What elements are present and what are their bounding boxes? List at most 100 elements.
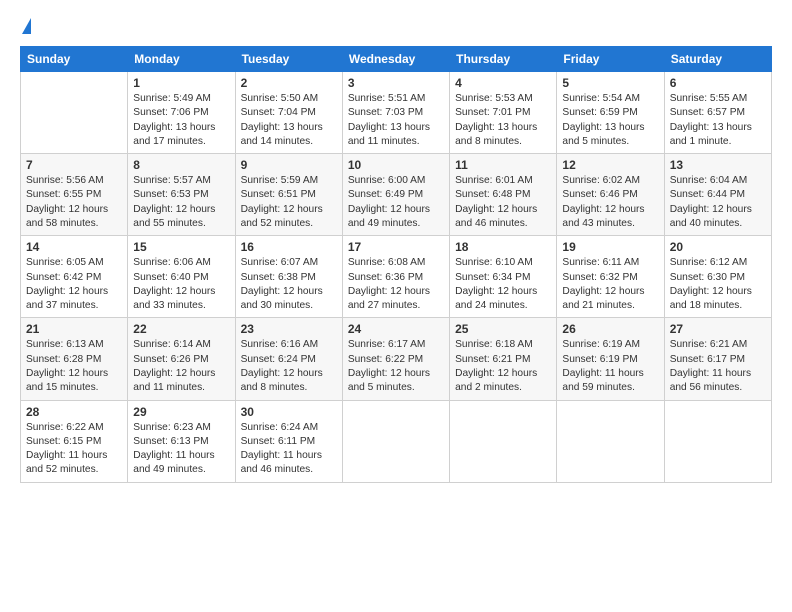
day-info: Sunrise: 6:17 AM Sunset: 6:22 PM Dayligh… (348, 338, 444, 395)
day-info: Sunrise: 6:21 AM Sunset: 6:17 PM Dayligh… (670, 338, 766, 395)
day-number: 20 (670, 240, 766, 254)
day-info: Sunrise: 6:02 AM Sunset: 6:46 PM Dayligh… (562, 174, 658, 231)
calendar-cell (21, 72, 128, 154)
day-info: Sunrise: 6:00 AM Sunset: 6:49 PM Dayligh… (348, 174, 444, 231)
calendar-week-row: 7Sunrise: 5:56 AM Sunset: 6:55 PM Daylig… (21, 154, 772, 236)
day-info: Sunrise: 6:18 AM Sunset: 6:21 PM Dayligh… (455, 338, 551, 395)
day-number: 10 (348, 158, 444, 172)
day-number: 29 (133, 405, 229, 419)
calendar-cell: 18 Sunrise: 6:10 AM Sunset: 6:34 PM Dayli… (450, 236, 557, 318)
day-info: Sunrise: 6:05 AM Sunset: 6:42 PM Dayligh… (26, 256, 122, 313)
day-info: Sunrise: 5:54 AM Sunset: 6:59 PM Dayligh… (562, 92, 658, 149)
calendar-cell: 30Sunrise: 6:24 AM Sunset: 6:11 PM Dayli… (235, 400, 342, 482)
day-info: Sunrise: 5:59 AM Sunset: 6:51 PM Dayligh… (241, 174, 337, 231)
calendar-cell: 6 Sunrise: 5:55 AM Sunset: 6:57 PM Daylig… (664, 72, 771, 154)
day-info: Sunrise: 6:07 AM Sunset: 6:38 PM Dayligh… (241, 256, 337, 313)
page: SundayMondayTuesdayWednesdayThursdayFrid… (0, 0, 792, 612)
day-info: Sunrise: 6:13 AM Sunset: 6:28 PM Dayligh… (26, 338, 122, 395)
logo (20, 18, 31, 36)
calendar-cell: 14 Sunrise: 6:05 AM Sunset: 6:42 PM Dayli… (21, 236, 128, 318)
day-number: 6 (670, 76, 766, 90)
day-number: 17 (348, 240, 444, 254)
day-info: Sunrise: 6:14 AM Sunset: 6:26 PM Dayligh… (133, 338, 229, 395)
day-info: Sunrise: 5:50 AM Sunset: 7:04 PM Dayligh… (241, 92, 337, 149)
day-info: Sunrise: 6:22 AM Sunset: 6:15 PM Dayligh… (26, 421, 122, 478)
day-number: 15 (133, 240, 229, 254)
calendar-cell (664, 400, 771, 482)
calendar-week-row: 14 Sunrise: 6:05 AM Sunset: 6:42 PM Dayli… (21, 236, 772, 318)
day-info: Sunrise: 6:16 AM Sunset: 6:24 PM Dayligh… (241, 338, 337, 395)
day-number: 22 (133, 322, 229, 336)
col-header-tuesday: Tuesday (235, 47, 342, 72)
col-header-thursday: Thursday (450, 47, 557, 72)
calendar-cell: 10 Sunrise: 6:00 AM Sunset: 6:49 PM Dayli… (342, 154, 449, 236)
calendar-table: SundayMondayTuesdayWednesdayThursdayFrid… (20, 46, 772, 483)
day-number: 12 (562, 158, 658, 172)
calendar-cell: 13 Sunrise: 6:04 AM Sunset: 6:44 PM Dayli… (664, 154, 771, 236)
day-info: Sunrise: 5:49 AM Sunset: 7:06 PM Dayligh… (133, 92, 229, 149)
calendar-cell: 16 Sunrise: 6:07 AM Sunset: 6:38 PM Dayli… (235, 236, 342, 318)
calendar-cell: 25 Sunrise: 6:18 AM Sunset: 6:21 PM Dayli… (450, 318, 557, 400)
calendar-cell: 24 Sunrise: 6:17 AM Sunset: 6:22 PM Dayli… (342, 318, 449, 400)
calendar-cell: 23 Sunrise: 6:16 AM Sunset: 6:24 PM Dayli… (235, 318, 342, 400)
day-info: Sunrise: 6:04 AM Sunset: 6:44 PM Dayligh… (670, 174, 766, 231)
day-number: 26 (562, 322, 658, 336)
col-header-monday: Monday (128, 47, 235, 72)
header (20, 18, 772, 36)
day-number: 8 (133, 158, 229, 172)
calendar-week-row: 1 Sunrise: 5:49 AM Sunset: 7:06 PM Daylig… (21, 72, 772, 154)
calendar-header-row: SundayMondayTuesdayWednesdayThursdayFrid… (21, 47, 772, 72)
logo-triangle-icon (22, 18, 31, 34)
calendar-cell: 20 Sunrise: 6:12 AM Sunset: 6:30 PM Dayli… (664, 236, 771, 318)
day-number: 16 (241, 240, 337, 254)
day-number: 24 (348, 322, 444, 336)
calendar-cell: 12 Sunrise: 6:02 AM Sunset: 6:46 PM Dayli… (557, 154, 664, 236)
calendar-cell (557, 400, 664, 482)
day-number: 13 (670, 158, 766, 172)
day-info: Sunrise: 6:08 AM Sunset: 6:36 PM Dayligh… (348, 256, 444, 313)
calendar-cell: 27 Sunrise: 6:21 AM Sunset: 6:17 PM Dayli… (664, 318, 771, 400)
calendar-cell: 3Sunrise: 5:51 AM Sunset: 7:03 PM Daylig… (342, 72, 449, 154)
day-number: 19 (562, 240, 658, 254)
calendar-cell: 22 Sunrise: 6:14 AM Sunset: 6:26 PM Dayli… (128, 318, 235, 400)
calendar-cell: 11 Sunrise: 6:01 AM Sunset: 6:48 PM Dayli… (450, 154, 557, 236)
day-number: 3 (348, 76, 444, 90)
day-number: 4 (455, 76, 551, 90)
day-number: 14 (26, 240, 122, 254)
day-info: Sunrise: 6:01 AM Sunset: 6:48 PM Dayligh… (455, 174, 551, 231)
day-number: 25 (455, 322, 551, 336)
calendar-cell: 15Sunrise: 6:06 AM Sunset: 6:40 PM Dayli… (128, 236, 235, 318)
day-number: 28 (26, 405, 122, 419)
day-info: Sunrise: 5:55 AM Sunset: 6:57 PM Dayligh… (670, 92, 766, 149)
calendar-cell: 7Sunrise: 5:56 AM Sunset: 6:55 PM Daylig… (21, 154, 128, 236)
calendar-cell: 4 Sunrise: 5:53 AM Sunset: 7:01 PM Daylig… (450, 72, 557, 154)
day-number: 21 (26, 322, 122, 336)
calendar-cell: 21 Sunrise: 6:13 AM Sunset: 6:28 PM Dayli… (21, 318, 128, 400)
calendar-cell: 1 Sunrise: 5:49 AM Sunset: 7:06 PM Daylig… (128, 72, 235, 154)
col-header-sunday: Sunday (21, 47, 128, 72)
calendar-cell (342, 400, 449, 482)
day-number: 2 (241, 76, 337, 90)
day-info: Sunrise: 6:10 AM Sunset: 6:34 PM Dayligh… (455, 256, 551, 313)
day-info: Sunrise: 6:12 AM Sunset: 6:30 PM Dayligh… (670, 256, 766, 313)
day-number: 18 (455, 240, 551, 254)
day-info: Sunrise: 5:56 AM Sunset: 6:55 PM Dayligh… (26, 174, 122, 231)
calendar-cell: 9 Sunrise: 5:59 AM Sunset: 6:51 PM Daylig… (235, 154, 342, 236)
col-header-saturday: Saturday (664, 47, 771, 72)
day-number: 11 (455, 158, 551, 172)
calendar-cell: 28 Sunrise: 6:22 AM Sunset: 6:15 PM Dayli… (21, 400, 128, 482)
day-number: 23 (241, 322, 337, 336)
calendar-cell: 17 Sunrise: 6:08 AM Sunset: 6:36 PM Dayli… (342, 236, 449, 318)
day-info: Sunrise: 5:53 AM Sunset: 7:01 PM Dayligh… (455, 92, 551, 149)
day-info: Sunrise: 6:11 AM Sunset: 6:32 PM Dayligh… (562, 256, 658, 313)
calendar-cell: 2 Sunrise: 5:50 AM Sunset: 7:04 PM Daylig… (235, 72, 342, 154)
day-number: 9 (241, 158, 337, 172)
day-number: 27 (670, 322, 766, 336)
calendar-cell: 19 Sunrise: 6:11 AM Sunset: 6:32 PM Dayli… (557, 236, 664, 318)
col-header-wednesday: Wednesday (342, 47, 449, 72)
calendar-week-row: 28 Sunrise: 6:22 AM Sunset: 6:15 PM Dayli… (21, 400, 772, 482)
calendar-cell (450, 400, 557, 482)
day-info: Sunrise: 5:57 AM Sunset: 6:53 PM Dayligh… (133, 174, 229, 231)
calendar-week-row: 21 Sunrise: 6:13 AM Sunset: 6:28 PM Dayli… (21, 318, 772, 400)
day-number: 1 (133, 76, 229, 90)
